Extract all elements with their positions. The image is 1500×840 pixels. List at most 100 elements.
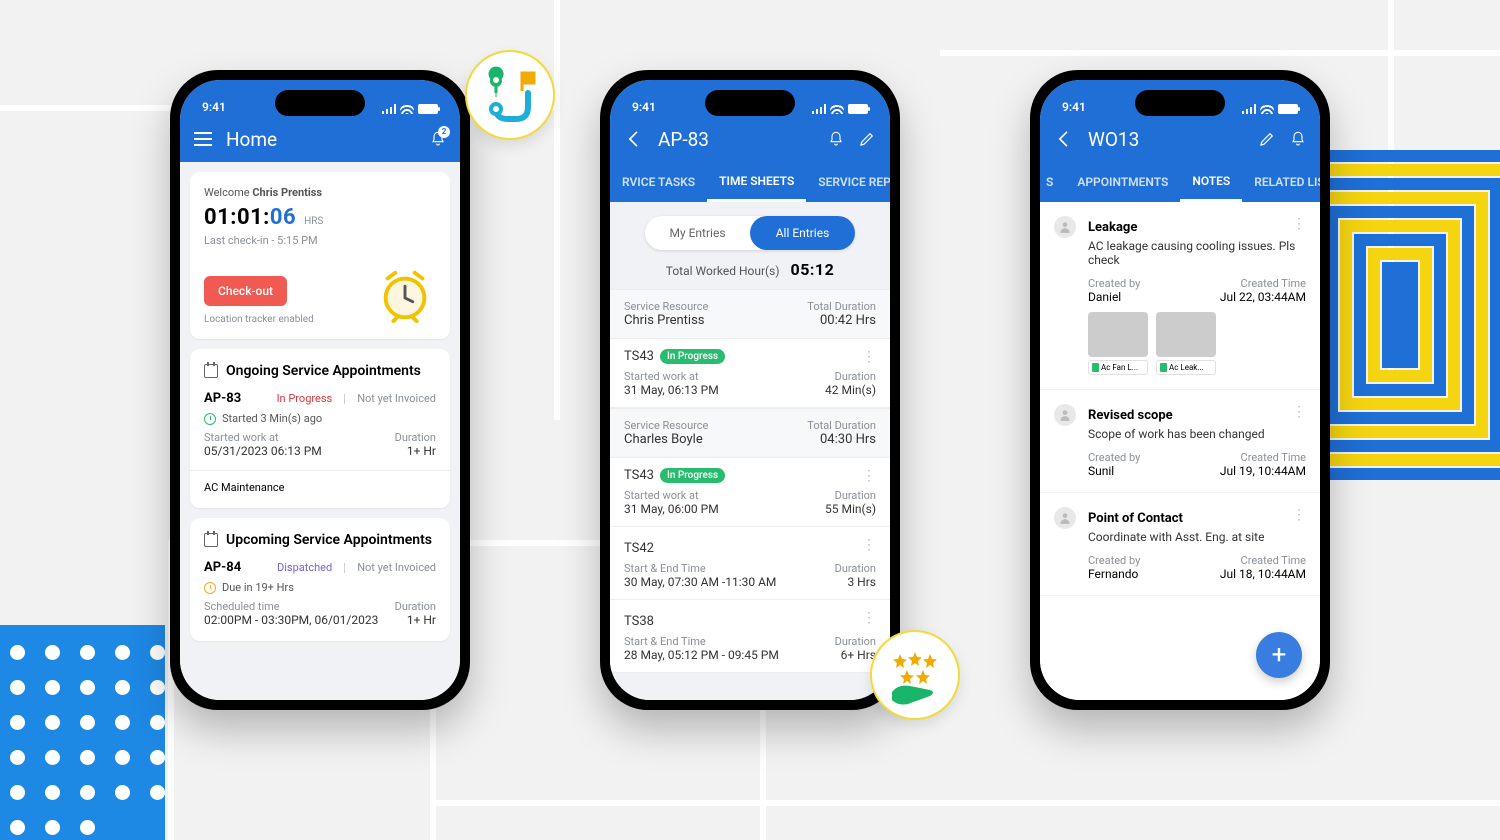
note-time: Jul 19, 10:44AM [1220, 464, 1306, 478]
note-title: Revised scope [1088, 408, 1173, 423]
status-time: 9:41 [632, 100, 656, 114]
tab-time-sheets[interactable]: TIME SHEETS [707, 162, 806, 202]
tab-service-tasks[interactable]: RVICE TASKS [610, 162, 707, 202]
more-icon[interactable]: ⋮ [1292, 507, 1306, 523]
duration-value: 1+ Hr [395, 444, 436, 458]
timesheet-id: TS43 [624, 468, 654, 483]
rating-badge-icon [870, 630, 960, 720]
attachment[interactable]: Ac Leak... [1156, 312, 1216, 375]
page-title: WO13 [1088, 128, 1139, 151]
notifications-icon[interactable] [1290, 130, 1306, 148]
attachment-name: Ac Fan L... [1088, 360, 1148, 375]
timesheet-id: TS43 [624, 349, 654, 364]
resource-label: Service Resource [624, 300, 708, 313]
tab-appointments[interactable]: APPOINTMENTS [1065, 162, 1180, 202]
status-pill: In Progress [660, 468, 725, 483]
segment-all-entries[interactable]: All Entries [750, 216, 855, 250]
total-duration-label: Total Duration [807, 300, 876, 313]
appointment-id: AP-83 [204, 391, 241, 406]
app-bar: WO13 [1040, 116, 1320, 162]
page-title: Home [226, 128, 277, 151]
last-checkin: Last check-in - 5:15 PM [204, 234, 436, 247]
timesheet-item[interactable]: ⋮ TS42 Start & End Time30 May, 07:30 AM … [610, 527, 890, 600]
resource-group: Service ResourceCharles Boyle Total Dura… [610, 408, 890, 673]
edit-icon[interactable] [858, 130, 876, 148]
notifications-icon[interactable]: 2 [430, 130, 446, 148]
timesheet-item[interactable]: ⋮ TS43 In Progress Started work at31 May… [610, 458, 890, 527]
note-title: Leakage [1088, 220, 1137, 235]
avatar-icon [1054, 216, 1076, 238]
note-time: Jul 18, 10:44AM [1220, 567, 1306, 581]
calendar-icon [204, 533, 218, 547]
timesheet-item[interactable]: ⋮ TS43 In Progress Started work at31 May… [610, 339, 890, 408]
checkout-button[interactable]: Check-out [204, 276, 287, 306]
clock-icon [204, 413, 216, 425]
wifi-icon [1260, 104, 1274, 114]
welcome-username: Chris Prentiss [252, 186, 322, 199]
more-icon[interactable]: ⋮ [1292, 216, 1306, 232]
resource-name: Chris Prentiss [624, 313, 708, 328]
attachment[interactable]: Ac Fan L... [1088, 312, 1148, 375]
more-icon[interactable]: ⋮ [862, 468, 876, 484]
timesheet-id: TS38 [624, 614, 654, 629]
back-icon[interactable] [1054, 129, 1074, 149]
note-item[interactable]: ⋮ Leakage AC leakage causing cooling iss… [1040, 202, 1320, 390]
notification-badge: 2 [438, 126, 450, 138]
status-badge: In Progress [277, 392, 333, 405]
tab-service-reports[interactable]: SERVICE REP [806, 162, 890, 202]
battery-icon [418, 104, 438, 114]
more-icon[interactable]: ⋮ [862, 610, 876, 626]
started-ago: Started 3 Min(s) ago [222, 412, 322, 425]
tracker-status: Location tracker enabled [204, 314, 314, 325]
total-duration-value: 00:42 Hrs [807, 313, 876, 328]
wifi-icon [830, 104, 844, 114]
wifi-icon [400, 104, 414, 114]
note-item[interactable]: ⋮ Point of Contact Coordinate with Asst.… [1040, 493, 1320, 596]
appointment-id: AP-84 [204, 560, 241, 575]
duration-value: 42 Min(s) [825, 383, 876, 397]
menu-icon[interactable] [194, 132, 212, 146]
timer-value: 01:01:06 [204, 205, 296, 230]
duration-label: Duration [825, 370, 876, 383]
status-bar: 9:41 [1040, 80, 1320, 116]
tab-truncated[interactable]: S [1040, 162, 1065, 202]
back-icon[interactable] [624, 129, 644, 149]
note-time: Jul 22, 03:44AM [1220, 290, 1306, 304]
notifications-icon[interactable] [828, 130, 844, 148]
status-time: 9:41 [1062, 100, 1086, 114]
signal-icon [812, 104, 826, 114]
battery-icon [848, 104, 868, 114]
ongoing-card[interactable]: Ongoing Service Appointments AP-83 In Pr… [190, 349, 450, 508]
total-duration-label: Total Duration [807, 419, 876, 432]
calendar-icon [204, 364, 218, 378]
edit-icon[interactable] [1258, 130, 1276, 148]
more-icon[interactable]: ⋮ [862, 349, 876, 365]
phone-notes: 9:41 WO13 S APPOINTMENTS NOTES RELATED L… [1030, 70, 1330, 710]
phone-timesheets: 9:41 AP-83 RVICE TASKS TIME SHEETS SERVI… [600, 70, 900, 710]
welcome-prefix: Welcome [204, 186, 252, 199]
started-value: 05/31/2023 06:13 PM [204, 444, 322, 458]
battery-icon [1278, 104, 1298, 114]
more-icon[interactable]: ⋮ [862, 537, 876, 553]
timesheet-item[interactable]: ⋮ TS38 Start & End Time28 May, 05:12 PM … [610, 600, 890, 673]
more-icon[interactable]: ⋮ [1292, 404, 1306, 420]
alarm-clock-icon [374, 263, 436, 325]
attachment-thumb [1156, 312, 1216, 357]
timer-unit: HRS [304, 216, 323, 227]
started-label: Started work at [204, 431, 322, 444]
total-duration-value: 04:30 Hrs [807, 432, 876, 447]
tab-notes[interactable]: NOTES [1180, 162, 1242, 202]
total-worked-hours: Total Worked Hour(s) 05:12 [610, 260, 890, 279]
segment-my-entries[interactable]: My Entries [645, 216, 750, 250]
due-in: Due in 19+ Hrs [222, 581, 294, 594]
route-badge-icon [465, 50, 555, 140]
scheduled-value: 02:00PM - 03:30PM, 06/01/2023 [204, 613, 378, 627]
tab-bar: RVICE TASKS TIME SHEETS SERVICE REP [610, 162, 890, 202]
upcoming-title: Upcoming Service Appointments [226, 532, 432, 548]
signal-icon [382, 104, 396, 114]
tab-bar: S APPOINTMENTS NOTES RELATED LIS [1040, 162, 1320, 202]
upcoming-card[interactable]: Upcoming Service Appointments AP-84 Disp… [190, 518, 450, 641]
add-note-fab[interactable]: + [1256, 632, 1302, 678]
note-item[interactable]: ⋮ Revised scope Scope of work has been c… [1040, 390, 1320, 493]
tab-related[interactable]: RELATED LIS [1242, 162, 1320, 202]
